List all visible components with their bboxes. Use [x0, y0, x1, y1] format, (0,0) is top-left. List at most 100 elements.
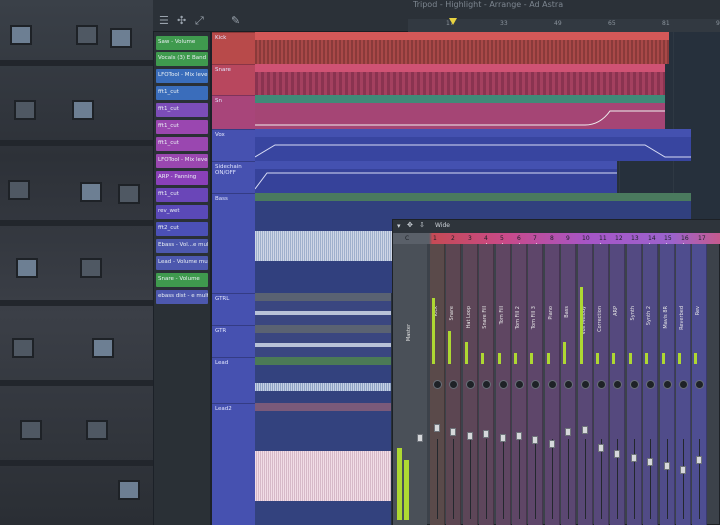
volume-fader[interactable] [614, 450, 621, 458]
channel-button[interactable]: fft1_cut [156, 188, 208, 202]
volume-fader[interactable] [466, 432, 473, 440]
channel-button[interactable]: ebass dist - e multiplier [156, 290, 208, 304]
clip-ebass-volume[interactable]: Ebass - Volume multiplier [255, 129, 691, 161]
pan-knob[interactable] [597, 380, 606, 389]
track-header-kick[interactable]: Kick [212, 32, 255, 64]
pencil-icon[interactable]: ✎ [231, 14, 240, 27]
volume-fader[interactable] [680, 466, 686, 474]
mixer-strip[interactable]: Vox Melody [577, 244, 593, 525]
mixer-strip[interactable]: Rev [692, 244, 708, 525]
volume-fader[interactable] [516, 432, 522, 440]
waveform [255, 311, 391, 315]
track-header-sn[interactable]: Sn [212, 95, 255, 129]
mixer-strip[interactable]: Synth [626, 244, 642, 525]
pan-knob[interactable] [662, 380, 672, 389]
channel-button[interactable]: fft1_cut [156, 137, 208, 151]
mixer-menu-icon[interactable]: ▾ [397, 222, 401, 230]
volume-fader[interactable] [581, 426, 588, 434]
pan-knob[interactable] [482, 380, 492, 389]
channel-button[interactable]: fft1_cut [156, 103, 208, 117]
mixer-strip[interactable]: Kick [430, 244, 445, 525]
track-header-snare[interactable]: Snare [212, 64, 255, 95]
mixer-strip[interactable]: Reverbed [676, 244, 691, 525]
channel-button[interactable]: Saw - Volume [156, 36, 208, 50]
strip-label: Synth [629, 306, 636, 321]
channel-button[interactable]: Snare - Volume [156, 273, 208, 287]
mixer-tools-icon[interactable]: ✥ [407, 221, 413, 229]
mixer-strip[interactable]: Correction [594, 244, 609, 525]
clip-kick[interactable]: Kick [255, 32, 669, 64]
channel-button[interactable]: fft2_cut [156, 222, 208, 236]
track-header-bass[interactable]: Bass [212, 193, 255, 293]
mixer-strip[interactable]: ARP [610, 244, 626, 525]
mixer-strip[interactable]: Bass [561, 244, 577, 525]
mixer-strip[interactable]: Mavis 8R [659, 244, 675, 525]
clip-lead2[interactable]: Lead2 [255, 403, 391, 525]
track-header-gtr[interactable]: GTR [212, 325, 255, 357]
pan-knob[interactable] [564, 380, 574, 389]
mixer-strip[interactable]: Hat Loop [462, 244, 478, 525]
mixer-window[interactable]: ▾ ✥ ⇩ Wide C 1 2 3 4 5 6 7 8 9 10 11 12 … [392, 219, 720, 525]
volume-fader[interactable] [434, 424, 440, 432]
channel-button[interactable]: fft1_cut [156, 86, 208, 100]
pan-knob[interactable] [433, 380, 442, 389]
clip-lead[interactable]: Lead [255, 357, 391, 403]
volume-fader[interactable] [598, 444, 604, 452]
channel-button[interactable]: ARP - Panning [156, 171, 208, 185]
track-header-gtrl[interactable]: GTRL [212, 293, 255, 325]
master-fader[interactable] [417, 434, 423, 442]
channel-button[interactable]: rev_wet [156, 205, 208, 219]
pan-knob[interactable] [613, 380, 623, 389]
clip-guitar[interactable]: Guitar [255, 325, 391, 357]
mixer-strip[interactable]: Tom Fill [495, 244, 511, 525]
clip-snare[interactable]: Snare [255, 64, 665, 95]
pan-knob[interactable] [449, 380, 459, 389]
clip-lfotool-mix[interactable]: LFOTool - Mix level [255, 161, 617, 193]
pan-knob[interactable] [531, 380, 541, 389]
volume-fader[interactable] [630, 454, 637, 462]
track-header-lead2[interactable]: Lead2 [212, 403, 255, 525]
channel-button[interactable]: fft1_cut [156, 120, 208, 134]
volume-fader[interactable] [647, 458, 654, 466]
pan-knob[interactable] [679, 380, 688, 389]
track-header-lead[interactable]: Lead [212, 357, 255, 403]
pan-knob[interactable] [629, 380, 639, 389]
clip-guitar2[interactable]: Guitar 2 [255, 293, 391, 325]
channel-button[interactable]: Ebass - Vol...e multiplier [156, 239, 208, 253]
playhead-marker[interactable] [449, 18, 457, 25]
clip-snare-volume[interactable]: Snare - Volume [255, 95, 665, 129]
channel-button[interactable]: Lead - Volume multiplier [156, 256, 208, 270]
mixer-layout-icon[interactable]: ⇩ [419, 221, 425, 229]
pan-knob[interactable] [646, 380, 656, 389]
volume-fader[interactable] [548, 440, 555, 448]
mixer-strip[interactable]: Snare [446, 244, 462, 525]
volume-fader[interactable] [696, 456, 703, 464]
pan-knob[interactable] [547, 380, 557, 389]
mixer-strip[interactable]: Piano [544, 244, 560, 525]
channel-button[interactable]: Vocals (3) E Band 7 frequency [156, 52, 208, 66]
pan-knob[interactable] [498, 380, 508, 389]
mixer-strip[interactable]: Tom Fill 2 [512, 244, 527, 525]
volume-fader[interactable] [663, 462, 670, 470]
track-header-sidechain[interactable]: Sidechain ON/OFF [212, 161, 255, 193]
mixer-strip[interactable]: Tom Fill 3 [528, 244, 544, 525]
pan-knob[interactable] [580, 380, 590, 389]
track-header-vox[interactable]: Vox [212, 129, 255, 161]
channel-button[interactable]: LFOTool - Mix level [156, 154, 208, 168]
menu-icon[interactable]: ☰ [159, 14, 169, 27]
zoom-icon[interactable]: ⤢ [195, 14, 204, 28]
volume-fader[interactable] [532, 436, 539, 444]
snap-icon[interactable]: ✣ [177, 14, 186, 27]
pan-knob[interactable] [465, 380, 475, 389]
mixer-strip[interactable]: Synth 2 [643, 244, 659, 525]
pan-knob[interactable] [695, 380, 705, 389]
pan-knob[interactable] [515, 380, 524, 389]
master-channel-strip[interactable]: Master [393, 244, 427, 525]
volume-fader[interactable] [483, 430, 490, 438]
mixer-strip[interactable]: Snare Fill [479, 244, 495, 525]
mixer-titlebar[interactable]: ▾ ✥ ⇩ Wide [393, 220, 720, 233]
channel-button[interactable]: LFOTool - Mix level [156, 69, 208, 83]
volume-fader[interactable] [499, 434, 506, 442]
volume-fader[interactable] [565, 428, 572, 436]
volume-fader[interactable] [450, 428, 457, 436]
